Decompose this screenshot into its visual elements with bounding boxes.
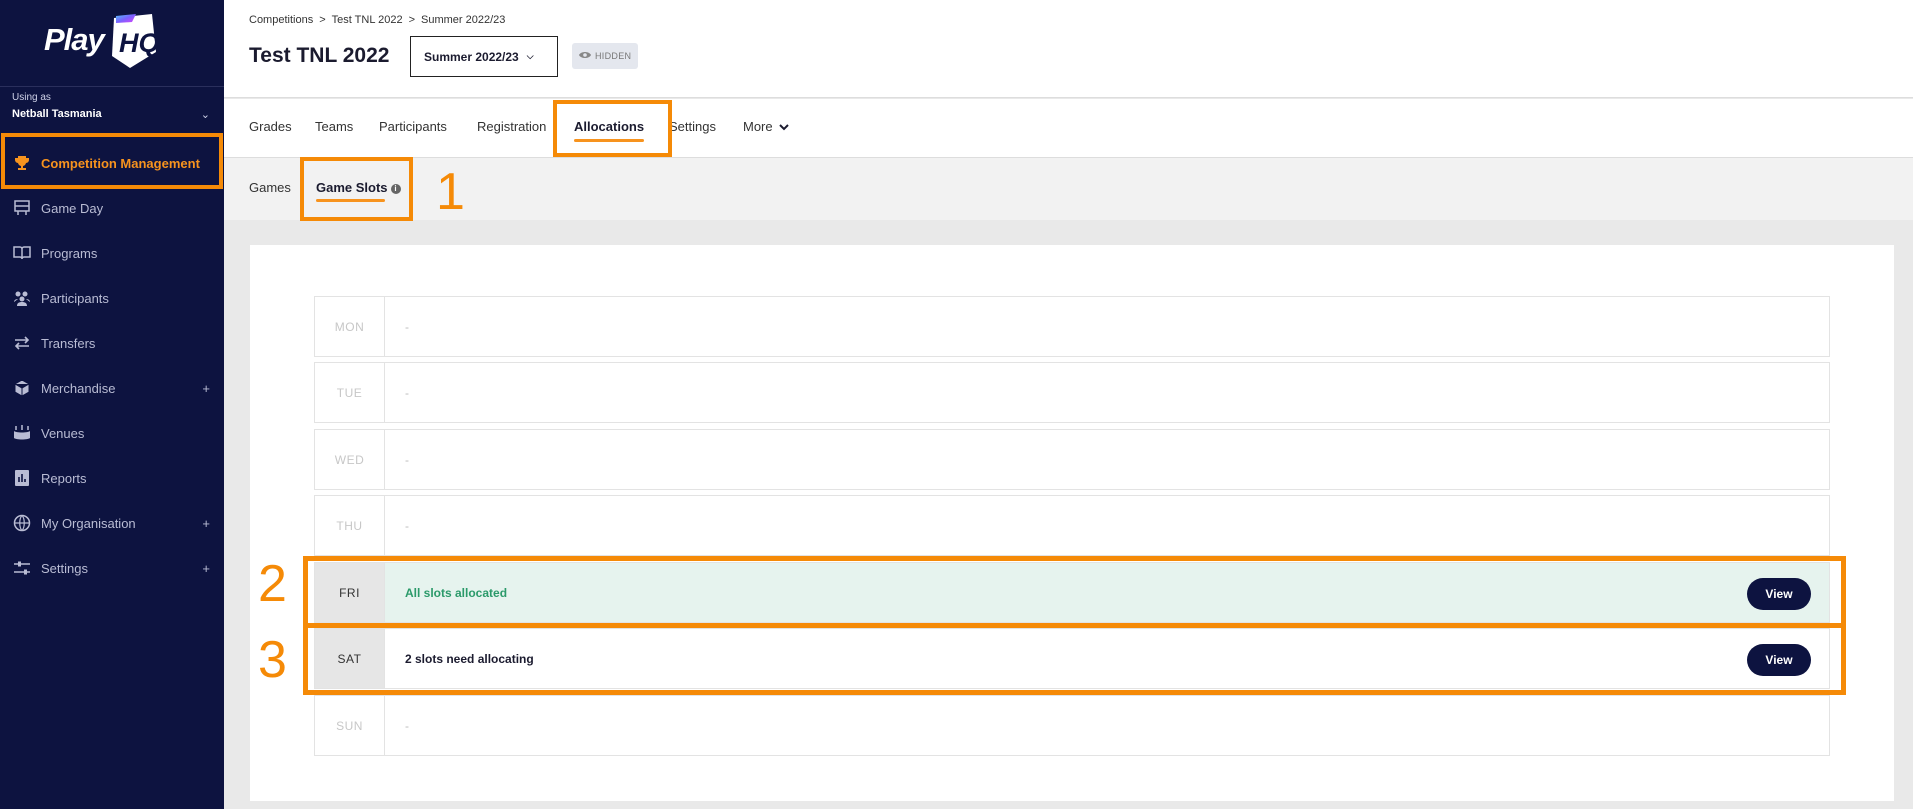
chevron-down-icon: ⌵ — [526, 51, 534, 61]
organisation-switcher[interactable]: Netball Tasmania — [12, 108, 102, 120]
tab-participants[interactable]: Participants — [379, 119, 447, 134]
day-row-sun: SUN - — [314, 695, 1830, 756]
expand-icon[interactable]: + — [202, 381, 210, 396]
tab-more-label: More — [743, 119, 773, 134]
sidebar-item-label: Merchandise — [41, 380, 116, 396]
tab-settings[interactable]: Settings — [669, 119, 716, 134]
subtab-games[interactable]: Games — [249, 180, 291, 195]
sidebar-divider — [0, 86, 224, 87]
breadcrumb-separator: > — [319, 14, 326, 26]
annotation-number: 1 — [436, 163, 465, 221]
report-icon — [12, 468, 32, 488]
sidebar-item-merchandise[interactable]: Merchandise + — [0, 366, 224, 410]
chevron-down-icon — [779, 124, 789, 131]
annotation-number: 2 — [258, 555, 287, 613]
breadcrumb-competition[interactable]: Test TNL 2022 — [332, 14, 403, 26]
expand-icon[interactable]: + — [202, 561, 210, 576]
sidebar-item-venues[interactable]: Venues — [0, 411, 224, 455]
main-tabs: Grades Teams Participants Registration A… — [224, 99, 1913, 158]
tab-grades[interactable]: Grades — [249, 119, 292, 134]
season-select[interactable]: Summer 2022/23 ⌵ — [410, 36, 558, 77]
sidebar-item-game-day[interactable]: Game Day — [0, 186, 224, 230]
day-row-thu: THU - — [314, 495, 1830, 556]
sidebar-item-settings[interactable]: Settings + — [0, 546, 224, 590]
globe-icon — [12, 513, 32, 533]
breadcrumb-separator: > — [408, 14, 416, 26]
sidebar-item-participants[interactable]: Participants — [0, 276, 224, 320]
annotation-number: 3 — [258, 631, 287, 689]
season-select-value: Summer 2022/23 — [424, 49, 519, 64]
day-label: SUN — [315, 696, 385, 755]
playhq-logo[interactable]: Play HQ — [44, 12, 164, 72]
people-icon — [12, 288, 32, 308]
sidebar-item-label: Participants — [41, 290, 109, 306]
expand-icon[interactable]: + — [202, 516, 210, 531]
chevron-down-icon[interactable]: ⌄ — [201, 108, 210, 121]
day-row-tue: TUE - — [314, 362, 1830, 423]
day-value: - — [405, 518, 409, 533]
logo-hq-text: HQ — [119, 28, 160, 58]
breadcrumb-competitions[interactable]: Competitions — [249, 14, 313, 26]
sidebar-item-label: Venues — [41, 425, 85, 441]
using-as-label: Using as — [12, 92, 51, 103]
sidebar-item-programs[interactable]: Programs — [0, 231, 224, 275]
day-value: - — [405, 319, 409, 334]
logo-play-text: Play — [44, 22, 105, 57]
eye-icon — [579, 51, 591, 61]
sidebar-item-my-organisation[interactable]: My Organisation + — [0, 501, 224, 545]
highlight-fri-row — [303, 556, 1846, 628]
tab-registration[interactable]: Registration — [477, 119, 546, 134]
day-label: WED — [315, 430, 385, 489]
sidebar-item-label: Reports — [41, 470, 87, 486]
highlight-sat-row — [303, 623, 1846, 695]
day-value: - — [405, 385, 409, 400]
day-row-mon: MON - — [314, 296, 1830, 357]
day-label: TUE — [315, 363, 385, 422]
day-label: THU — [315, 496, 385, 555]
sidebar-item-label: Game Day — [41, 200, 104, 216]
sub-tabs: Games Game Slots i — [224, 158, 1913, 220]
page-title: Test TNL 2022 — [249, 44, 390, 67]
highlight-allocations-tab — [553, 100, 672, 157]
box-icon — [12, 378, 32, 398]
transfer-arrows-icon — [12, 333, 32, 353]
tab-teams[interactable]: Teams — [315, 119, 353, 134]
sidebar-item-label: Settings — [41, 560, 88, 576]
book-icon — [12, 243, 32, 263]
sidebar-item-reports[interactable]: Reports — [0, 456, 224, 500]
highlight-game-slots-tab — [300, 157, 413, 221]
scoreboard-icon — [12, 198, 32, 218]
day-value: - — [405, 718, 409, 733]
hq-shield-icon: HQ — [106, 12, 164, 70]
breadcrumb-season: Summer 2022/23 — [421, 14, 506, 26]
sidebar-item-label: Transfers — [41, 335, 96, 351]
sidebar-item-label: Programs — [41, 245, 98, 261]
hidden-badge-label: HIDDEN — [595, 51, 632, 61]
highlight-competition-management — [1, 133, 223, 189]
sidebar-item-label: My Organisation — [41, 515, 136, 531]
breadcrumb: Competitions > Test TNL 2022 > Summer 2022/2… — [249, 14, 505, 26]
stadium-icon — [12, 423, 32, 443]
day-value: - — [405, 452, 409, 467]
page-header: Competitions > Test TNL 2022 > Summer 2022/2… — [224, 0, 1913, 98]
sidebar-item-transfers[interactable]: Transfers — [0, 321, 224, 365]
day-row-wed: WED - — [314, 429, 1830, 490]
sidebar: Play HQ Using as Netball Tasmania ⌄ Comp… — [0, 0, 224, 809]
hidden-status-badge: HIDDEN — [572, 43, 639, 69]
day-label: MON — [315, 297, 385, 356]
sliders-icon — [12, 558, 32, 578]
tab-more[interactable]: More — [743, 119, 789, 134]
